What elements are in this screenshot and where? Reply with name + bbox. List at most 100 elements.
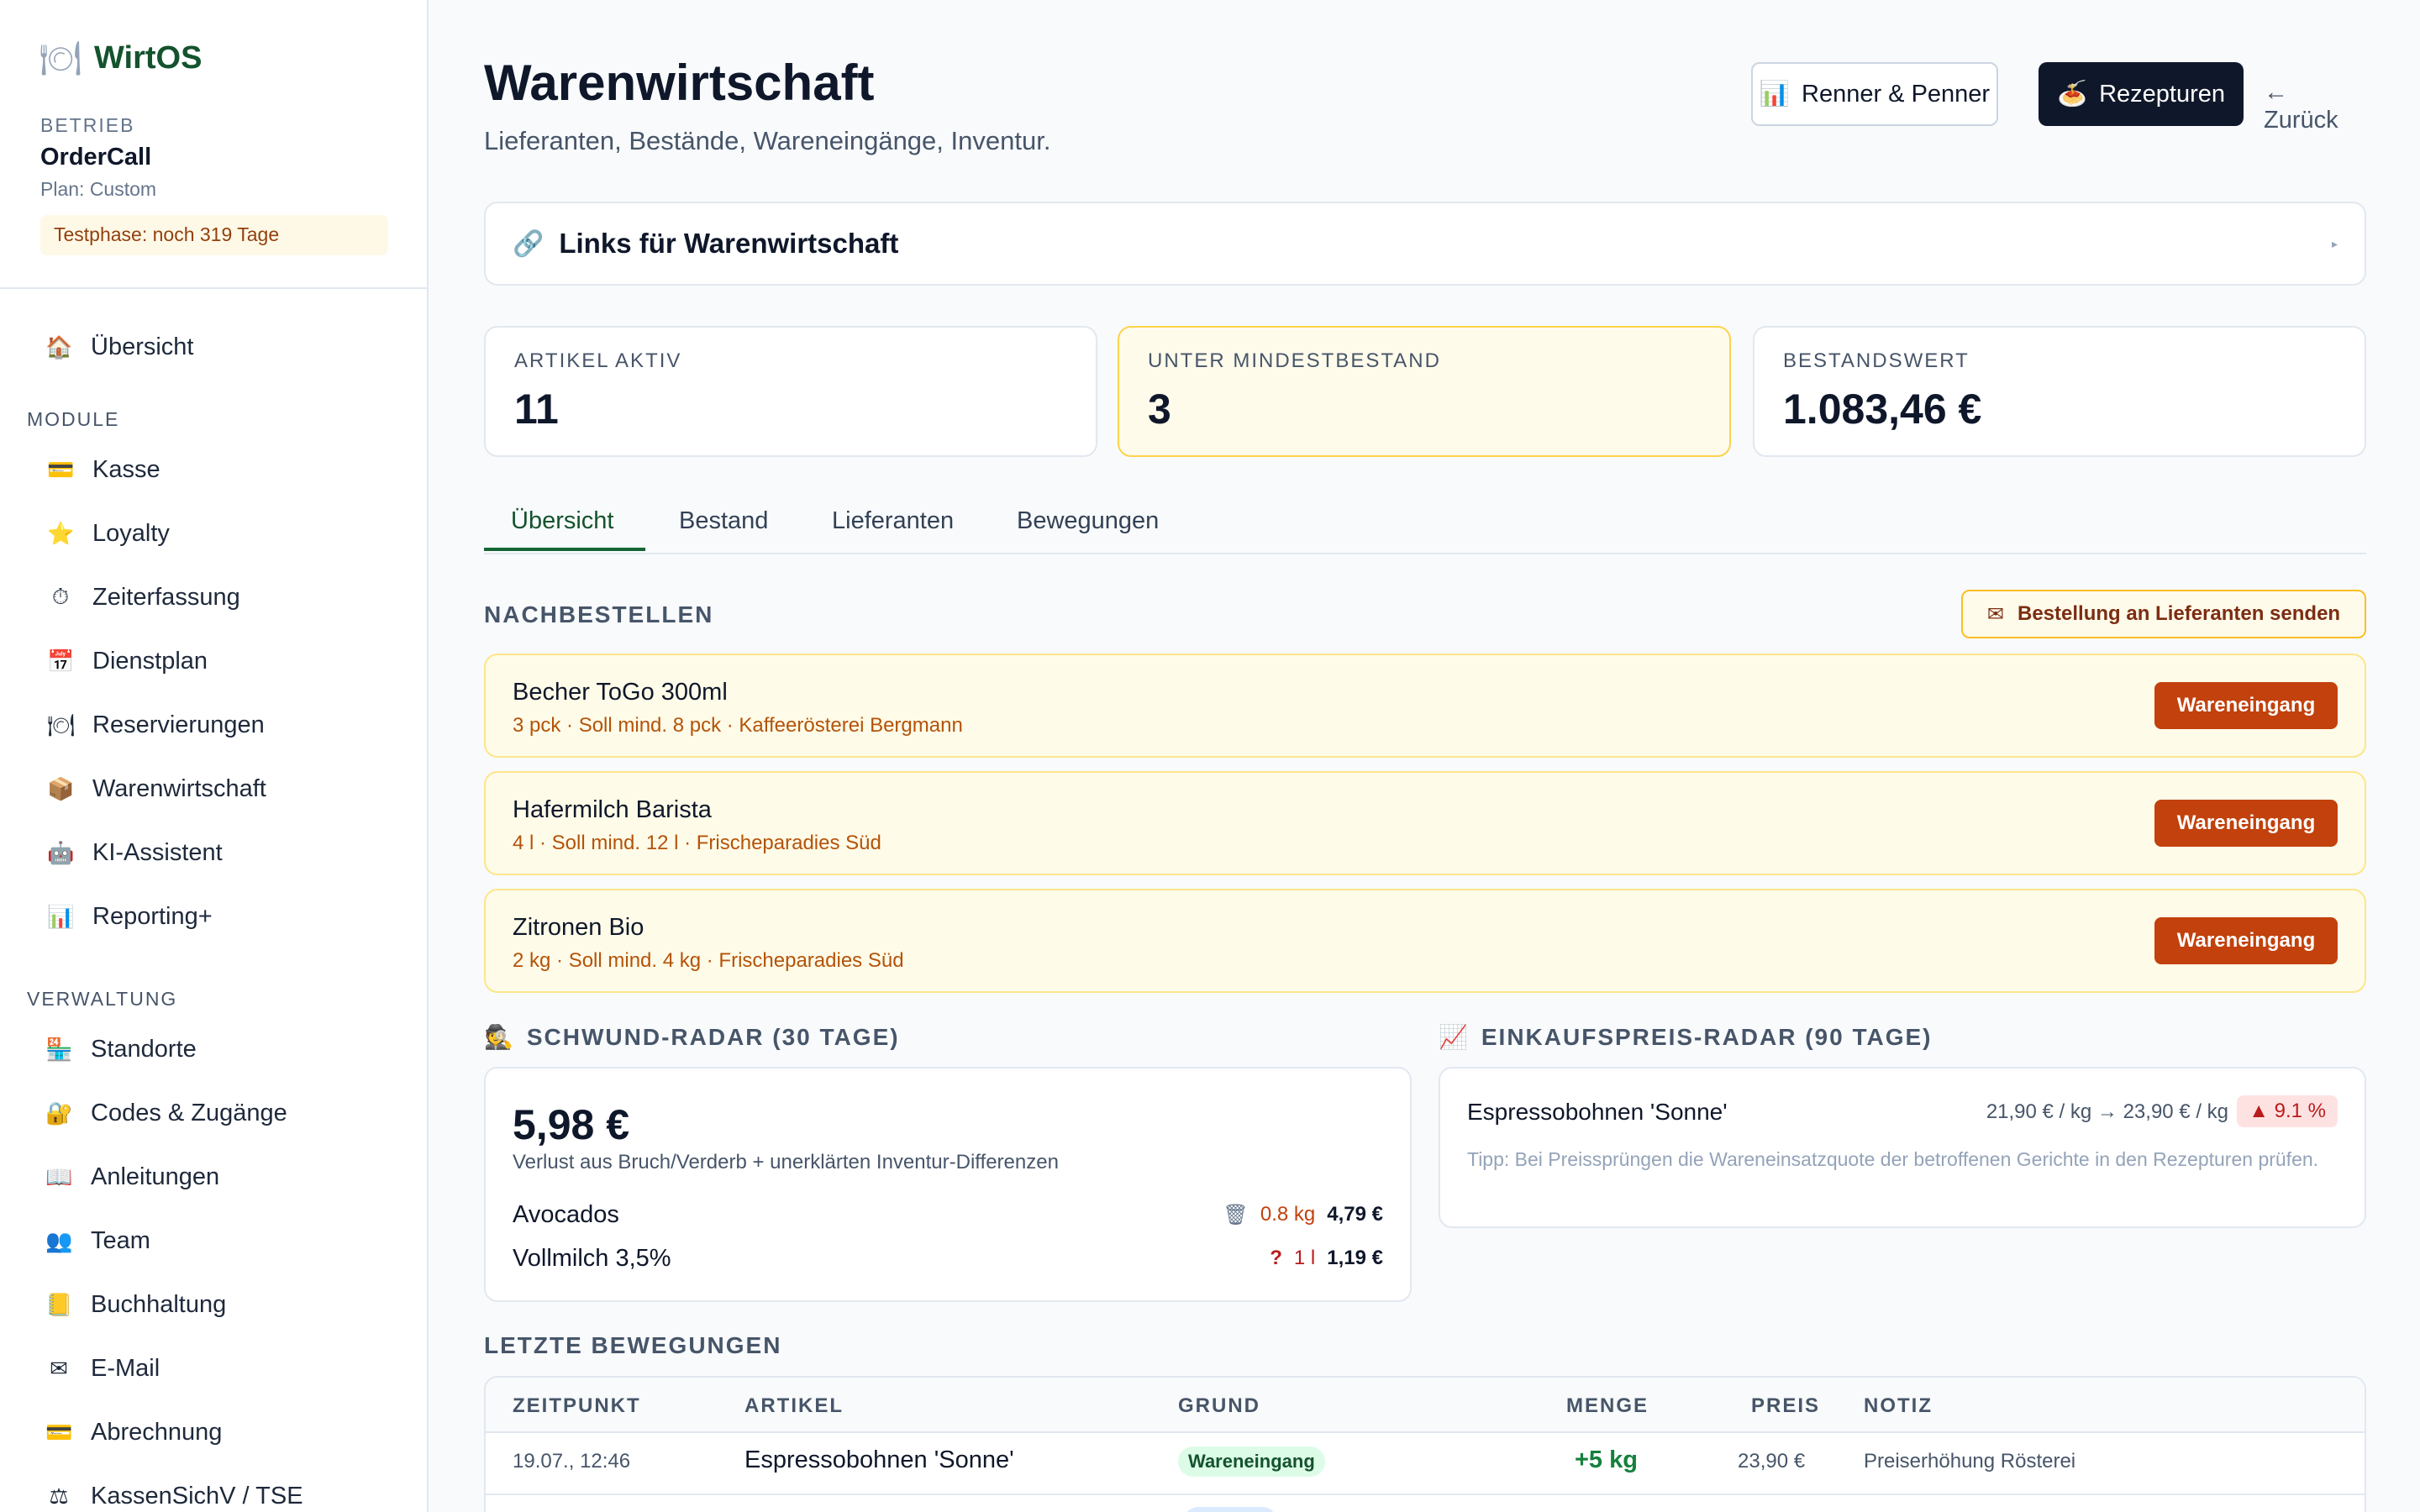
bewegungen-title: LETZTE BEWEGUNGEN [484, 1332, 782, 1358]
sidebar-item-label: Codes & Zugänge [91, 1099, 287, 1126]
tab-uebersicht[interactable]: Übersicht [511, 507, 614, 535]
sidebar-item-standorte[interactable]: 🏪 Standorte [45, 1028, 197, 1070]
stat-value: 11 [514, 386, 559, 433]
sidebar-item-email[interactable]: ✉ E-Mail [45, 1347, 160, 1389]
reorder-item-name: Zitronen Bio [513, 914, 644, 941]
preis-title: EINKAUFSPREIS-RADAR (90 TAGE) [1481, 1023, 1933, 1050]
plan-label: Plan: Custom [40, 178, 157, 200]
sidebar-item-dienstplan[interactable]: 📅 Dienstplan [47, 640, 208, 682]
sidebar-item-reservierungen[interactable]: 🍽 Reservierungen [47, 704, 265, 746]
links-title: Links für Warenwirtschaft [559, 228, 899, 259]
sidebar-item-uebersicht[interactable]: 🏠 Übersicht [45, 326, 194, 368]
preis-card: Espressobohnen 'Sonne' 21,90 € / kg → 23… [1439, 1067, 2366, 1228]
lock-icon: 🔐 [45, 1100, 73, 1126]
star-icon: ⭐ [47, 520, 75, 546]
sidebar-item-loyalty[interactable]: ⭐ Loyalty [47, 512, 170, 554]
schwund-title: SCHWUND-RADAR (30 TAGE) [526, 1023, 900, 1050]
stat-unter-mindestbestand: UNTER MINDESTBESTAND 3 [1118, 326, 1731, 457]
sidebar-item-label: KI-Assistent [92, 838, 223, 866]
trial-badge: Testphase: noch 319 Tage [40, 215, 388, 255]
schwund-heading: 🕵 SCHWUND-RADAR (30 TAGE) [484, 1023, 900, 1051]
col-notiz: NOTIZ [1864, 1394, 1933, 1417]
send-order-button[interactable]: ✉ Bestellung an Lieferanten senden [1961, 590, 2366, 638]
sidebar-item-anleitungen[interactable]: 📖 Anleitungen [45, 1156, 219, 1198]
rezepturen-label: Rezepturen [2099, 80, 2226, 108]
question-icon: ? [1270, 1247, 1282, 1269]
sidebar-item-codes[interactable]: 🔐 Codes & Zugänge [45, 1092, 287, 1134]
stopwatch-icon: ⏱ [51, 584, 70, 609]
loss-row: Vollmilch 3,5% ? 1 l 1,19 € [513, 1242, 1383, 1275]
sidebar-divider [0, 287, 427, 289]
reorder-item: Becher ToGo 300ml 3 pck · Soll mind. 8 p… [484, 654, 2366, 758]
page-subtitle: Lieferanten, Bestände, Wareneingänge, In… [484, 126, 1051, 155]
active-tab-indicator [484, 548, 645, 551]
sidebar-item-label: Standorte [91, 1035, 197, 1063]
sidebar-item-label: Zeiterfassung [92, 583, 240, 611]
wareneingang-button[interactable]: Wareneingang [2154, 682, 2338, 729]
stat-label: UNTER MINDESTBESTAND [1148, 349, 1441, 372]
tab-bestand[interactable]: Bestand [679, 507, 768, 535]
sidebar-item-label: Dienstplan [92, 647, 208, 675]
loss-item-name: Vollmilch 3,5% [513, 1244, 671, 1272]
sidebar-item-team[interactable]: 👥 Team [45, 1220, 150, 1262]
col-zeitpunkt: ZEITPUNKT [513, 1394, 641, 1417]
section-verwaltung: VERWALTUNG [27, 988, 178, 1010]
sidebar-item-label: KassenSichV / TSE [91, 1482, 303, 1509]
store-icon: 🏪 [45, 1036, 73, 1062]
sidebar-item-abrechnung[interactable]: 💳 Abrechnung [45, 1411, 222, 1453]
tab-lieferanten[interactable]: Lieferanten [832, 507, 954, 535]
caret-right-icon: ▸ [2331, 236, 2338, 250]
sidebar-item-kassensichv[interactable]: ⚖ KassenSichV / TSE [45, 1475, 303, 1512]
home-icon: 🏠 [45, 333, 73, 360]
wareneingang-button[interactable]: Wareneingang [2154, 917, 2338, 964]
sidebar-item-label: Kasse [92, 455, 160, 483]
cell-article: Espressobohnen 'Sonne' [744, 1446, 1014, 1473]
sidebar-item-zeiterfassung[interactable]: ⏱ Zeiterfassung [47, 576, 240, 618]
stat-label: ARTIKEL AKTIV [514, 349, 682, 372]
loss-qty: 1 l [1293, 1247, 1316, 1269]
card-icon: 💳 [45, 1419, 73, 1445]
sidebar-item-reporting[interactable]: 📊 Reporting+ [47, 895, 213, 937]
sidebar-item-label: Abrechnung [91, 1418, 223, 1446]
col-menge: MENGE [1566, 1394, 1649, 1417]
card-icon: 💳 [47, 456, 75, 482]
sidebar-item-label: Team [91, 1226, 150, 1254]
renner-penner-label: Renner & Penner [1802, 80, 1991, 108]
renner-penner-button[interactable]: 📊 Renner & Penner [1751, 62, 1998, 126]
stat-label: BESTANDSWERT [1783, 349, 1970, 372]
tab-bewegungen[interactable]: Bewegungen [1017, 507, 1159, 535]
people-icon: 👥 [45, 1227, 73, 1253]
ledger-icon: 📒 [45, 1291, 73, 1317]
cell-note: Preiserhöhung Rösterei [1864, 1450, 2076, 1473]
stat-value: 3 [1148, 386, 1171, 433]
sidebar-item-warenwirtschaft[interactable]: 📦 Warenwirtschaft [47, 768, 266, 810]
rezepturen-button[interactable]: 🍝 Rezepturen [2039, 62, 2244, 126]
wareneingang-button[interactable]: Wareneingang [2154, 800, 2338, 847]
cell-time: 19.07., 12:46 [513, 1450, 631, 1473]
sidebar-item-kasse[interactable]: 💳 Kasse [47, 449, 160, 491]
back-link[interactable]: ← Zurück [2264, 79, 2366, 134]
reorder-item-meta: 3 pck · Soll mind. 8 pck · Kaffeeröstere… [513, 714, 963, 737]
link-icon: 🔗 [513, 229, 544, 258]
betrieb-info: BETRIEB OrderCall Plan: Custom [40, 114, 156, 201]
trash-icon: 🗑 [1223, 1203, 1249, 1226]
betrieb-label: BETRIEB [40, 114, 135, 136]
cell-qty: +5 kg [1575, 1446, 1638, 1473]
preis-heading: 📈 EINKAUFSPREIS-RADAR (90 TAGE) [1439, 1023, 1933, 1051]
stat-value: 1.083,46 € [1783, 386, 1982, 433]
col-preis: PREIS [1751, 1394, 1821, 1417]
reorder-item: Hafermilch Barista 4 l · Soll mind. 12 l… [484, 771, 2366, 875]
sidebar-item-ki-assistent[interactable]: 🤖 KI-Assistent [47, 832, 223, 874]
sidebar-item-buchhaltung[interactable]: 📒 Buchhaltung [45, 1284, 226, 1326]
price-change-badge: ▲ 9.1 % [2237, 1095, 2338, 1127]
calendar-icon: 📅 [47, 648, 75, 674]
loss-row: Avocados 🗑 0.8 kg 4,79 € [513, 1198, 1383, 1231]
sidebar-item-label: Übersicht [91, 333, 194, 360]
section-module: MODULE [27, 408, 120, 430]
brand[interactable]: 🍽 WirtOS [39, 39, 203, 78]
sidebar-item-label: Buchhaltung [91, 1290, 227, 1318]
links-accordion[interactable]: 🔗 Links für Warenwirtschaft ▸ [484, 202, 2366, 286]
sidebar-item-label: Anleitungen [91, 1163, 220, 1190]
package-icon: 📦 [47, 775, 75, 801]
sidebar-item-label: Warenwirtschaft [92, 774, 266, 802]
